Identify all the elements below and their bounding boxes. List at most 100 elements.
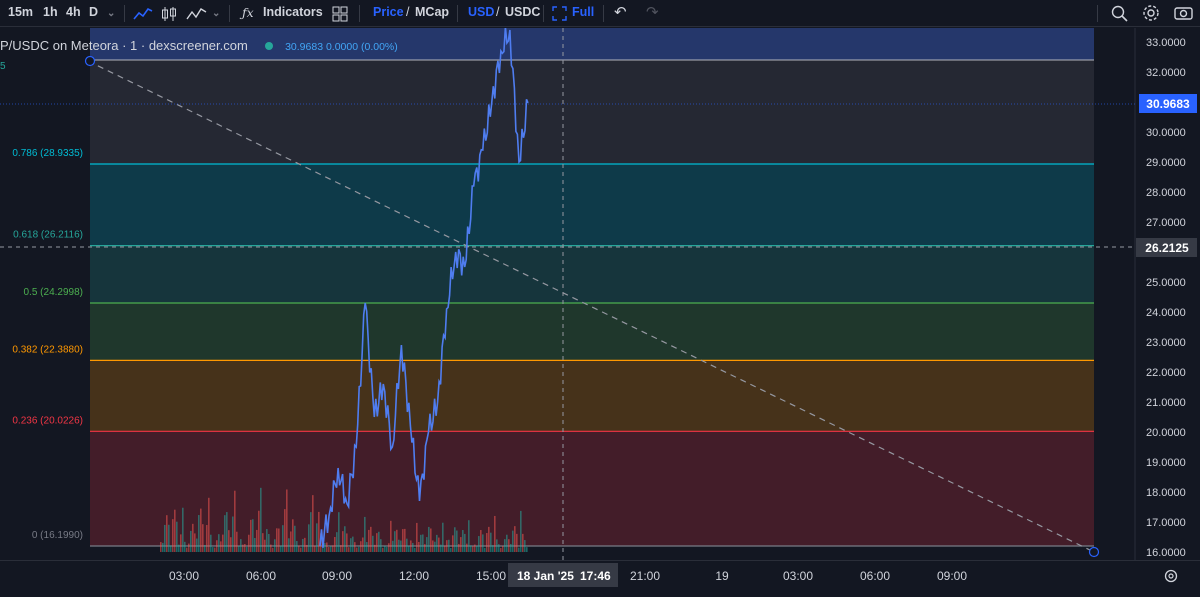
volume-bar [246,546,248,552]
fib-level-label: 0.382 (22.3880) [12,344,83,355]
volume-bar [176,521,178,552]
settings-gear-icon[interactable] [1164,569,1178,583]
price-tick-label: 28.0000 [1146,187,1186,199]
volume-bar [282,525,284,552]
camera-icon[interactable] [1174,5,1194,21]
usdc-toggle[interactable]: USDC [505,5,540,19]
volume-bar [456,530,458,552]
drawing-tools-icon[interactable] [186,6,208,22]
gear-icon[interactable] [1142,4,1160,22]
volume-bar [250,519,252,552]
volume-bar [260,487,262,552]
volume-bar [412,542,414,552]
volume-bar [396,529,398,552]
volume-bar [162,542,164,552]
volume-bar [168,524,170,552]
volume-bar [508,539,510,552]
volume-bar [494,515,496,552]
time-axis[interactable]: 03:00 06:00 09:00 12:00 15:00 21:00 19 03:00 06:… [0,560,1200,592]
volume-bar [506,534,508,552]
candles-icon[interactable] [160,5,178,23]
volume-bar [178,544,180,552]
volume-bar [488,526,490,552]
search-icon[interactable] [1110,4,1130,22]
volume-bar [480,530,482,552]
volume-bar [450,547,452,552]
volume-bar [244,543,246,552]
volume-bar [402,529,404,552]
volume-bar [520,510,522,552]
volume-bar [482,534,484,552]
fx-icon[interactable]: ƒx [242,5,254,20]
price-toggle[interactable]: Price [373,5,404,19]
volume-bar [414,547,416,552]
volume-bar [334,536,336,552]
price-tick-label: 30.0000 [1146,127,1186,139]
indicators-button[interactable]: Indicators [263,5,323,19]
full-button[interactable]: Full [572,5,594,19]
volume-bar [164,524,166,552]
chevron-down-icon[interactable]: ⌄ [107,8,115,19]
volume-bar [248,534,250,552]
chevron-down-icon[interactable]: ⌄ [212,8,220,19]
volume-bar [222,534,224,552]
interval-d-button[interactable]: D [89,5,98,19]
time-tick-label: 06:00 [860,569,890,583]
volume-bar [504,539,506,552]
volume-bar [368,529,370,552]
volume-bar [374,544,376,552]
volume-bar [406,538,408,552]
volume-bar [196,538,198,552]
volume-bar [190,530,192,552]
trend-line-start-handle[interactable] [84,55,96,67]
volume-bar [330,546,332,552]
layout-grid-icon[interactable] [332,6,348,22]
volume-bar [218,534,220,552]
volume-bar [376,533,378,552]
volume-bar [174,509,176,552]
fullscreen-icon[interactable] [552,6,567,21]
price-tick-label: 19.0000 [1146,457,1186,469]
volume-bar [486,533,488,552]
volume-bar [446,540,448,552]
fibonacci-retracement[interactable]: 0.786 (28.9335) 0.618 (26.2116) 0.5 (24.29… [12,28,1094,547]
fib-level-label: 0.618 (26.2116) [13,230,83,241]
volume-bar [434,541,436,552]
volume-bar [324,543,326,552]
trend-line-end-handle[interactable] [1088,546,1100,558]
volume-bar [490,532,492,552]
volume-bar [306,544,308,552]
time-tick-label: 03:00 [783,569,813,583]
fib-level-label: 0.786 (28.9335) [12,148,83,159]
volume-bar [304,537,306,552]
volume-bar [238,546,240,552]
volume-bar [340,545,342,552]
undo-icon[interactable]: ↶ [614,3,627,21]
volume-bar [422,534,424,552]
price-chart[interactable]: 0.786 (28.9335) 0.618 (26.2116) 0.5 (24.29… [0,28,1200,563]
toggle-separator: / [406,5,410,19]
volume-bar [382,547,384,552]
volume-bar [370,526,372,552]
time-tick-label: 09:00 [937,569,967,583]
volume-bar [420,534,422,552]
volume-bar [492,545,494,552]
redo-icon[interactable]: ↷ [646,3,659,21]
usd-toggle[interactable]: USD [468,5,494,19]
volume-bar [266,529,268,552]
volume-bar [264,539,266,552]
interval-15m-button[interactable]: 15m [8,5,33,19]
interval-1h-button[interactable]: 1h [43,5,58,19]
volume-bar [342,531,344,552]
volume-bar [258,510,260,552]
interval-4h-button[interactable]: 4h [66,5,81,19]
volume-bar [298,545,300,552]
volume-bar [224,515,226,552]
volume-bar [384,545,386,552]
time-tick-label: 15:00 [476,569,506,583]
price-tick-label: 29.0000 [1146,157,1186,169]
volume-bar [516,533,518,552]
mcap-toggle[interactable]: MCap [415,5,449,19]
volume-bar [388,543,390,552]
line-chart-icon[interactable] [133,6,153,22]
